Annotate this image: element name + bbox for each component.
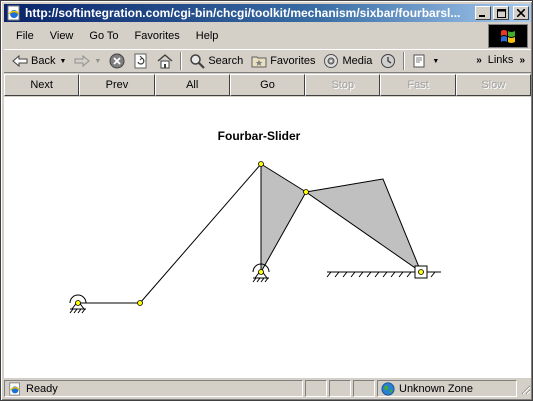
home-icon: [157, 54, 173, 69]
resize-grip-icon[interactable]: [519, 383, 531, 395]
browser-window: http://softintegration.com/cgi-bin/chcgi…: [0, 0, 533, 401]
forward-button[interactable]: ▼: [70, 50, 105, 72]
media-button[interactable]: Media: [319, 50, 376, 72]
applet-slow-button[interactable]: Slow: [455, 74, 531, 96]
refresh-icon: [134, 53, 147, 69]
globe-icon: [381, 381, 395, 396]
mechanism-drawing: [69, 161, 441, 314]
back-arrow-icon: [12, 54, 28, 68]
toolbar-separator: [180, 52, 183, 70]
menu-go-to[interactable]: Go To: [81, 30, 126, 42]
applet-stop-button[interactable]: Stop: [305, 74, 381, 96]
status-bar: Ready Unknown Zone: [4, 379, 531, 398]
rocker-triangle-link: [260, 163, 307, 274]
applet-all-button[interactable]: All: [154, 74, 230, 96]
media-label: Media: [342, 55, 373, 67]
search-icon: [190, 54, 206, 69]
favorites-label: Favorites: [270, 55, 316, 67]
favorites-button[interactable]: Favorites: [247, 50, 319, 72]
refresh-button[interactable]: [129, 50, 153, 72]
animation-control-bar: Next Prev All Go Stop Fast Slow: [4, 74, 531, 96]
joint-triangle-vertex: [303, 189, 309, 195]
minimize-button[interactable]: [475, 6, 491, 20]
slider-coupler-link: [304, 178, 423, 274]
home-button[interactable]: [153, 50, 177, 72]
stop-icon: [109, 53, 125, 69]
back-button[interactable]: Back ▼: [8, 50, 70, 72]
security-zone-text: Unknown Zone: [399, 382, 473, 395]
search-label: Search: [208, 55, 244, 67]
status-main-panel: Ready: [4, 380, 303, 397]
joint-ground-left: [75, 300, 81, 306]
toolbar-chevron-icon[interactable]: »: [476, 55, 482, 66]
applet-prev-button[interactable]: Prev: [79, 74, 155, 96]
page-done-icon: [9, 381, 20, 396]
minimize-icon: [479, 15, 485, 17]
windows-logo-throbber: [488, 24, 528, 48]
history-icon: [381, 54, 396, 68]
security-zone-panel[interactable]: Unknown Zone: [377, 380, 517, 397]
menu-view[interactable]: View: [42, 30, 82, 42]
links-label: Links: [487, 54, 514, 66]
joint-crank-coupler: [137, 300, 143, 306]
title-bar[interactable]: http://softintegration.com/cgi-bin/chcgi…: [4, 4, 531, 22]
applet-next-button[interactable]: Next: [4, 74, 80, 96]
close-button[interactable]: [513, 6, 529, 20]
windows-logo-icon: [501, 30, 515, 43]
mail-icon: [413, 54, 425, 68]
menu-favorites[interactable]: Favorites: [127, 30, 188, 42]
coupler-link: [139, 163, 262, 304]
close-icon: [517, 9, 525, 17]
applet-go-button[interactable]: Go: [229, 74, 306, 96]
window-title: http://softintegration.com/cgi-bin/chcgi…: [25, 6, 461, 20]
history-button[interactable]: [376, 50, 400, 72]
standard-toolbar: Back ▼ ▼ Search Favorites Media ▼ » Link…: [4, 49, 531, 73]
maximize-button[interactable]: [493, 6, 509, 20]
status-panel-empty: [305, 380, 327, 397]
menu-file[interactable]: File: [8, 30, 42, 42]
media-icon: [324, 54, 339, 68]
ie-page-icon: [7, 5, 20, 21]
back-label: Back: [31, 55, 56, 67]
mail-dropdown-icon[interactable]: ▼: [432, 58, 439, 65]
forward-dropdown-icon[interactable]: ▼: [94, 58, 101, 65]
status-text: Ready: [26, 382, 58, 395]
search-button[interactable]: Search: [185, 50, 247, 72]
links-bar[interactable]: » Links »: [476, 54, 525, 66]
mail-button[interactable]: ▼: [408, 50, 443, 72]
status-panel-empty: [329, 380, 351, 397]
forward-arrow-icon: [74, 54, 91, 68]
favorites-folder-icon: [251, 56, 267, 68]
stop-button[interactable]: [105, 50, 129, 72]
menu-bar: File View Go To Favorites Help: [4, 25, 489, 47]
toolbar-separator: [403, 52, 406, 70]
joint-top: [258, 161, 264, 167]
applet-fast-button[interactable]: Fast: [380, 74, 456, 96]
menu-help[interactable]: Help: [188, 30, 227, 42]
joint-ground-middle: [258, 269, 264, 275]
back-dropdown-icon[interactable]: ▼: [59, 58, 66, 65]
maximize-icon: [496, 8, 506, 18]
page-content: Fourbar-Slider: [4, 97, 531, 378]
status-panel-empty: [353, 380, 375, 397]
links-chevron-icon[interactable]: »: [519, 55, 525, 66]
joint-slider: [418, 269, 424, 275]
